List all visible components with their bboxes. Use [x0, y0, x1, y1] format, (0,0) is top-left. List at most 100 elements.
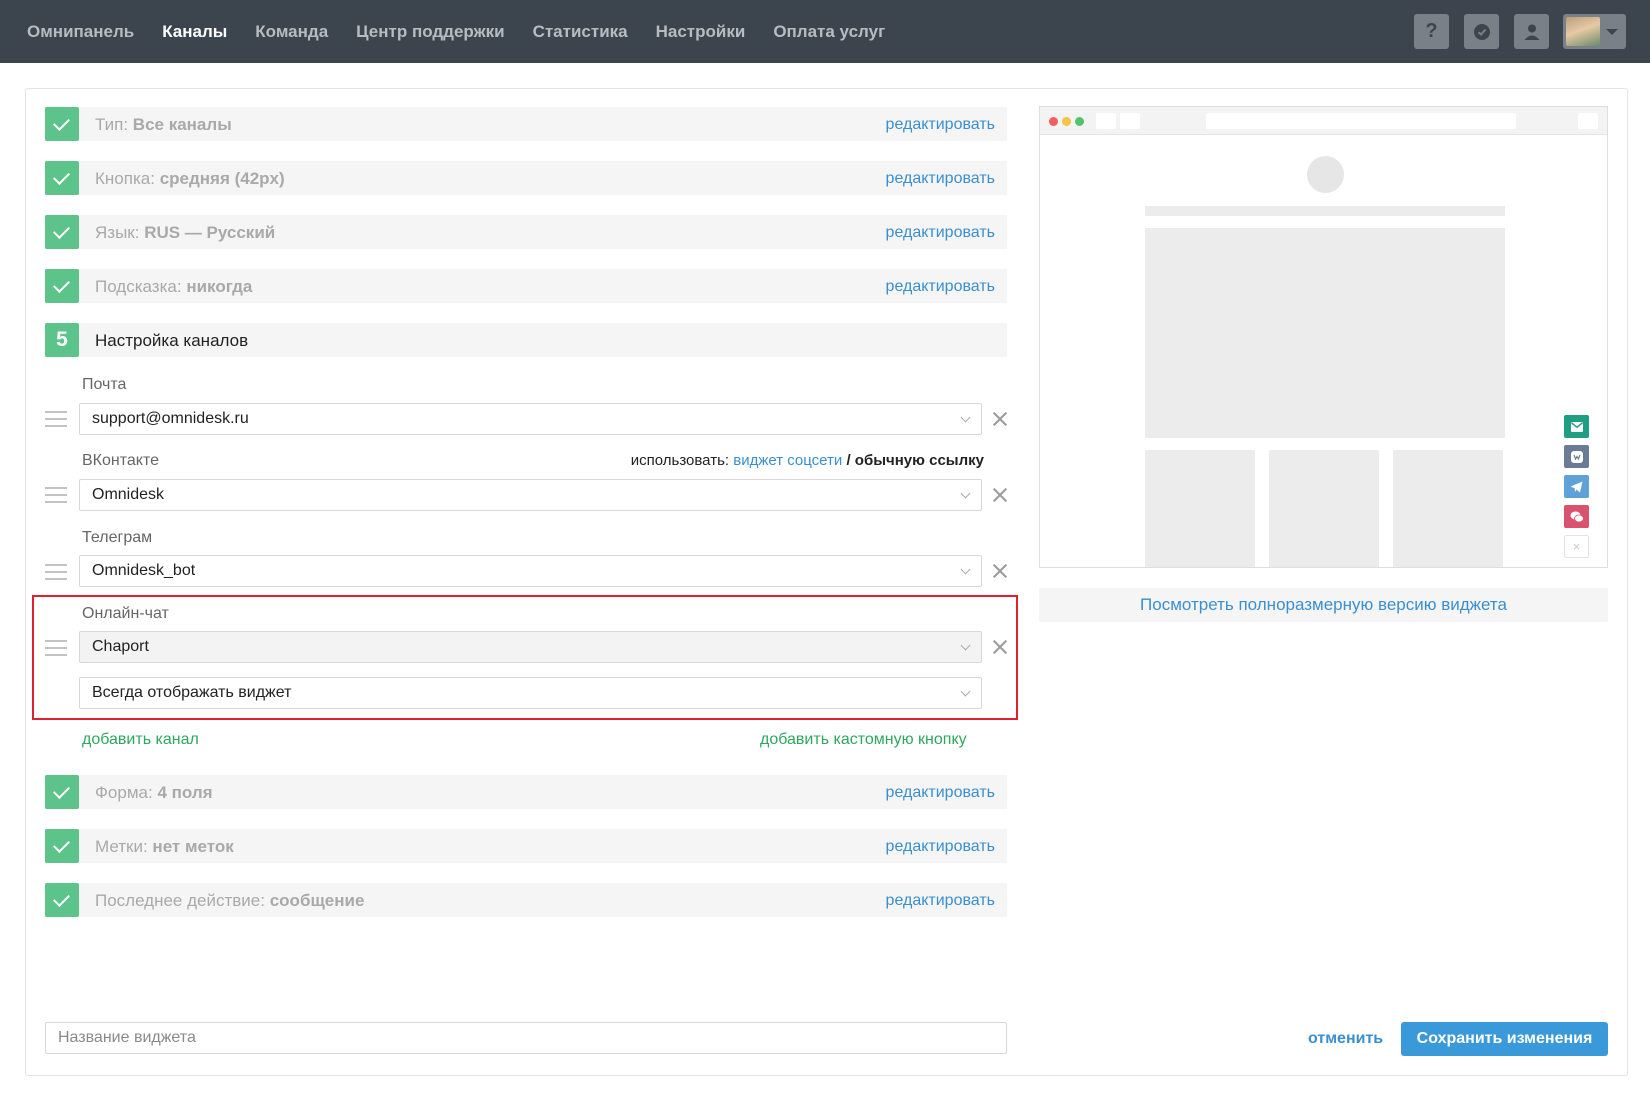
remove-mail-icon[interactable] [991, 410, 1009, 428]
drag-handle-icon[interactable] [45, 487, 67, 503]
avatar [1566, 17, 1600, 46]
chat-select[interactable]: Chaport [79, 631, 982, 663]
edit-button-link[interactable]: редактировать [886, 170, 995, 188]
edit-type-link[interactable]: редактировать [886, 116, 995, 134]
account-menu[interactable] [1563, 14, 1626, 49]
help-icon: ? [1425, 20, 1438, 42]
step-title: Настройка каналов [95, 331, 249, 350]
check-icon [45, 269, 79, 303]
step-type: Тип: Все каналы редактировать [45, 107, 1007, 141]
chat-icon [1570, 511, 1584, 522]
check-icon [45, 161, 79, 195]
help-button[interactable]: ? [1414, 14, 1449, 49]
telegram-select[interactable]: Omnidesk_bot [79, 555, 982, 587]
step-label: Последнее действие: [95, 891, 265, 910]
add-channel-link[interactable]: добавить канал [82, 731, 199, 749]
edit-language-link[interactable]: редактировать [886, 224, 995, 242]
widget-name-input[interactable] [45, 1022, 1007, 1054]
browser-toolbar [1040, 107, 1607, 135]
step-tags: Метки: нет меток редактировать [45, 829, 1007, 863]
remove-chat-icon[interactable] [991, 638, 1009, 656]
add-custom-button-link[interactable]: добавить кастомную кнопку [760, 731, 967, 749]
widget-close-button[interactable]: × [1564, 535, 1589, 558]
nav-billing[interactable]: Оплата услуг [759, 22, 899, 42]
chevron-down-icon [960, 564, 971, 575]
step-value: нет меток [152, 837, 234, 856]
edit-hint-link[interactable]: редактировать [886, 278, 995, 296]
select-value: Chaport [92, 638, 149, 655]
step-label: Метки: [95, 837, 148, 856]
placeholder-card [1145, 450, 1255, 567]
telegram-icon [1570, 481, 1583, 492]
maximize-dot [1075, 117, 1084, 126]
top-navbar: Омнипанель Каналы Команда Центр поддержк… [0, 0, 1650, 63]
nav-statistics[interactable]: Статистика [519, 22, 642, 42]
nav-channels[interactable]: Каналы [148, 22, 241, 42]
user-icon [1524, 24, 1539, 40]
chevron-down-icon [960, 412, 971, 423]
step-label: Тип: [95, 115, 129, 134]
close-icon: × [1572, 539, 1581, 554]
check-icon [45, 829, 79, 863]
edit-form-link[interactable]: редактировать [886, 784, 995, 802]
step-hint: Подсказка: никогда редактировать [45, 269, 1007, 303]
vk-mode-switch: использовать: виджет соцсети / обычную с… [631, 452, 984, 469]
placeholder-content [1145, 228, 1505, 438]
drag-handle-icon[interactable] [45, 564, 67, 580]
widget-vk-button[interactable] [1564, 445, 1589, 468]
mail-icon [1570, 421, 1583, 432]
step-value: сообщение [269, 891, 365, 910]
step-value: никогда [186, 277, 253, 296]
remove-vk-icon[interactable] [991, 486, 1009, 504]
step-last-action: Последнее действие: сообщение редактиров… [45, 883, 1007, 917]
widget-chat-button[interactable] [1564, 505, 1589, 528]
widget-telegram-button[interactable] [1564, 475, 1589, 498]
vk-select[interactable]: Omnidesk [79, 479, 982, 511]
placeholder-line [1145, 206, 1505, 216]
chevron-down-icon [960, 640, 971, 651]
vk-icon [1570, 450, 1583, 463]
mail-select[interactable]: support@omnidesk.ru [79, 403, 982, 435]
step-language: Язык: RUS — Русский редактировать [45, 215, 1007, 249]
remove-telegram-icon[interactable] [991, 562, 1009, 580]
step-value: RUS — Русский [144, 223, 276, 242]
step-label: Кнопка: [95, 169, 155, 188]
edit-last-action-link[interactable]: редактировать [886, 892, 995, 910]
placeholder-card [1393, 450, 1503, 567]
browser-tab [1578, 113, 1598, 129]
nav-settings[interactable]: Настройки [642, 22, 760, 42]
vk-widget-link[interactable]: виджет соцсети [733, 452, 842, 469]
step-value: 4 поля [157, 783, 213, 802]
nav-support-center[interactable]: Центр поддержки [342, 22, 518, 42]
placeholder-card [1269, 450, 1379, 567]
step-channels-setup: 5 Настройка каналов [45, 323, 1007, 357]
select-value: Всегда отображать виджет [92, 684, 292, 701]
nav-team[interactable]: Команда [241, 22, 342, 42]
check-icon [45, 883, 79, 917]
cancel-button[interactable]: отменить [1308, 1030, 1383, 1048]
check-icon [45, 215, 79, 249]
address-bar [1206, 113, 1516, 129]
channel-label-mail: Почта [82, 376, 127, 393]
widget-mail-button[interactable] [1564, 415, 1589, 438]
profile-button[interactable] [1514, 14, 1549, 49]
status-button[interactable] [1464, 14, 1499, 49]
edit-tags-link[interactable]: редактировать [886, 838, 995, 856]
nav-omnipanel[interactable]: Омнипанель [13, 22, 148, 42]
select-value: support@omnidesk.ru [92, 410, 249, 427]
full-preview-link[interactable]: Посмотреть полноразмерную версию виджета [1039, 588, 1608, 622]
vk-plain-link[interactable]: обычную ссылку [855, 452, 984, 469]
use-separator: / [846, 452, 851, 469]
check-icon [45, 775, 79, 809]
save-button[interactable]: Сохранить изменения [1401, 1022, 1608, 1056]
channel-label-telegram: Телеграм [82, 529, 153, 546]
browser-tab [1120, 113, 1140, 129]
chat-display-select[interactable]: Всегда отображать виджет [79, 677, 982, 709]
drag-handle-icon[interactable] [45, 640, 67, 656]
main-nav: Омнипанель Каналы Команда Центр поддержк… [13, 0, 899, 63]
step-label: Язык: [95, 223, 140, 242]
step-value: средняя (42px) [159, 169, 285, 188]
use-prefix: использовать: [630, 452, 730, 469]
step-form: Форма: 4 поля редактировать [45, 775, 1007, 809]
drag-handle-icon[interactable] [45, 411, 67, 427]
